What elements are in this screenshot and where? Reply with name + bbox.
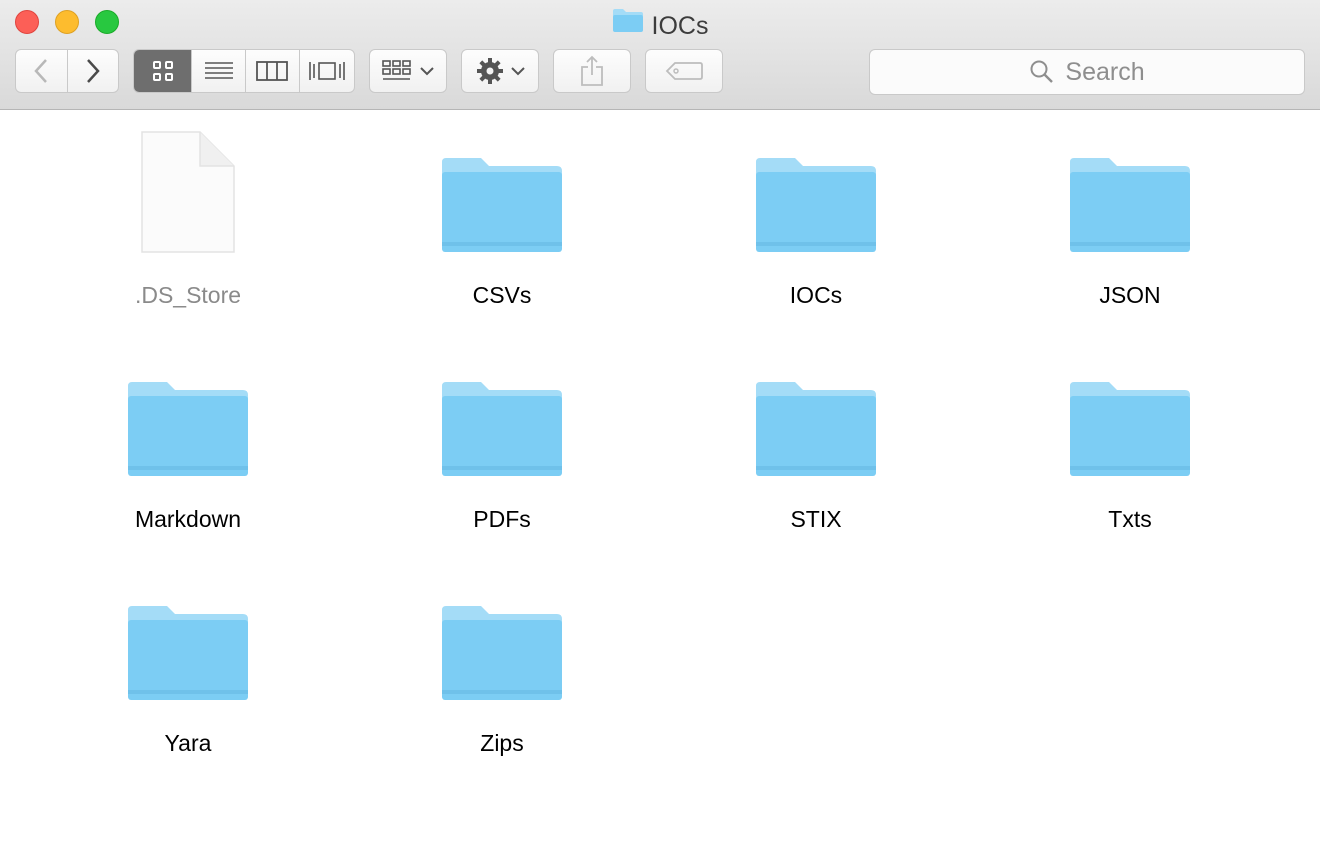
icon-grid: .DS_Store CSVs IOCs JSON Markdown PDFs S… <box>0 110 1320 866</box>
view-coverflow-button[interactable] <box>298 50 355 92</box>
window-title-text: IOCs <box>651 12 709 40</box>
chevron-down-icon <box>511 67 525 76</box>
view-icons-button[interactable] <box>134 50 192 92</box>
document-icon <box>118 124 258 254</box>
folder-item[interactable]: IOCs <box>716 124 916 314</box>
folder-item[interactable]: JSON <box>1030 124 1230 314</box>
icon-view-icon <box>152 61 173 81</box>
title-bar: IOCs Search <box>0 0 1320 110</box>
folder-icon <box>1060 124 1200 254</box>
chevron-right-icon <box>87 59 100 83</box>
folder-name: Markdown <box>134 506 242 532</box>
folder-item[interactable]: STIX <box>716 348 916 538</box>
folder-icon <box>1060 348 1200 478</box>
folder-name: CSVs <box>472 282 532 308</box>
folder-item[interactable]: PDFs <box>402 348 602 538</box>
group-by-button[interactable] <box>369 49 447 93</box>
chevron-left-icon <box>34 59 48 83</box>
tags-button[interactable] <box>645 49 723 93</box>
folder-name: Zips <box>480 730 524 756</box>
view-list-button[interactable] <box>191 50 245 92</box>
share-icon <box>581 55 603 86</box>
folder-name: PDFs <box>473 506 531 532</box>
search-field[interactable]: Search <box>869 49 1305 95</box>
search-placeholder: Search <box>1065 57 1145 86</box>
back-button[interactable] <box>16 50 67 92</box>
list-view-icon <box>204 62 233 79</box>
view-mode-control <box>133 49 355 93</box>
folder-icon <box>118 348 258 478</box>
gear-icon <box>477 58 503 84</box>
action-button[interactable] <box>461 49 539 93</box>
folder-item[interactable]: Markdown <box>88 348 288 538</box>
nav-buttons <box>15 49 119 93</box>
folder-icon <box>432 124 572 254</box>
forward-button[interactable] <box>66 50 118 92</box>
folder-icon <box>612 7 644 45</box>
folder-icon <box>432 348 572 478</box>
folder-icon <box>746 348 886 478</box>
file-name: .DS_Store <box>134 282 242 308</box>
folder-name: JSON <box>1099 282 1161 308</box>
search-icon <box>1030 60 1054 83</box>
cover-flow-icon <box>308 62 345 80</box>
window-title: IOCs <box>0 7 1320 40</box>
folder-icon <box>746 124 886 254</box>
share-button[interactable] <box>553 49 631 93</box>
folder-item[interactable]: CSVs <box>402 124 602 314</box>
folder-name: STIX <box>790 506 842 532</box>
folder-name: IOCs <box>789 282 843 308</box>
folder-icon <box>118 572 258 702</box>
tag-icon <box>665 62 703 80</box>
folder-item[interactable]: Yara <box>88 572 288 762</box>
chevron-down-icon <box>420 67 434 76</box>
folder-icon <box>432 572 572 702</box>
file-item[interactable]: .DS_Store <box>88 124 288 314</box>
group-by-icon <box>382 60 411 80</box>
finder-window: IOCs Search .DS_Store CSVs IOCs JSON Mar… <box>0 0 1320 866</box>
view-columns-button[interactable] <box>244 50 299 92</box>
folder-name: Txts <box>1108 506 1152 532</box>
folder-name: Yara <box>164 730 212 756</box>
column-view-icon <box>256 61 289 81</box>
folder-item[interactable]: Txts <box>1030 348 1230 538</box>
folder-item[interactable]: Zips <box>402 572 602 762</box>
